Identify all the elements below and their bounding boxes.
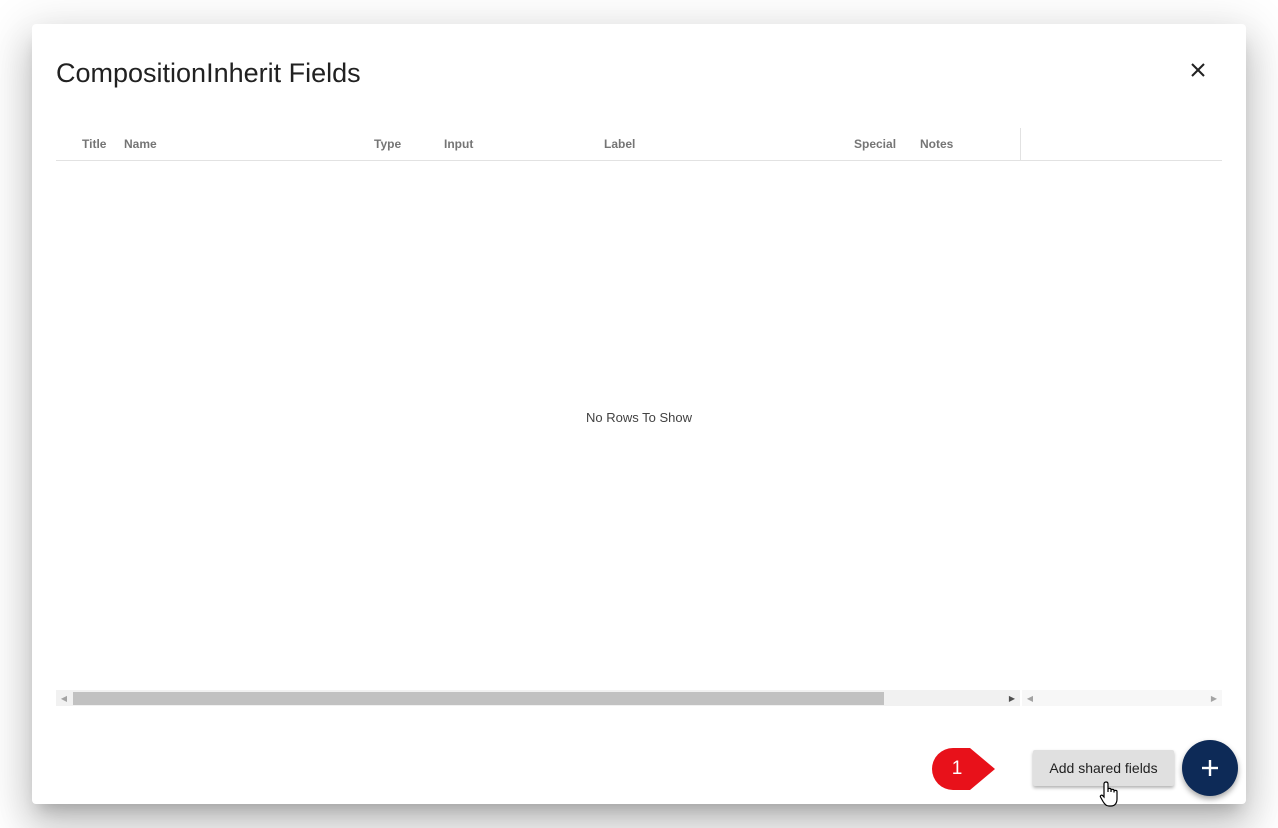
pinned-horizontal-scrollbar[interactable]: ◀ ▶ xyxy=(1022,690,1222,706)
pinned-scroll-right-icon[interactable]: ▶ xyxy=(1208,690,1220,706)
column-header-title[interactable]: Title xyxy=(82,128,106,160)
grid-header: Title Name Type Input Label Special Note… xyxy=(56,128,1222,161)
add-field-button[interactable] xyxy=(1182,740,1238,796)
column-header-label[interactable]: Label xyxy=(604,128,635,160)
hand-cursor-icon xyxy=(1099,781,1118,807)
column-header-name[interactable]: Name xyxy=(124,128,157,160)
scroll-right-icon[interactable]: ▶ xyxy=(1006,690,1018,706)
close-icon xyxy=(1191,63,1205,77)
scroll-left-icon[interactable]: ◀ xyxy=(58,690,70,706)
step-callout: 1 xyxy=(932,748,996,790)
fields-grid: Title Name Type Input Label Special Note… xyxy=(56,128,1222,708)
pinned-column-divider xyxy=(1020,128,1021,160)
horizontal-scrollbar[interactable]: ◀ ▶ xyxy=(56,690,1020,706)
empty-grid-message: No Rows To Show xyxy=(586,410,692,425)
dialog-title: CompositionInherit Fields xyxy=(56,58,361,88)
column-header-notes[interactable]: Notes xyxy=(920,128,953,160)
fields-dialog: CompositionInherit Fields Title Name Typ… xyxy=(32,24,1246,804)
callout-number: 1 xyxy=(951,758,963,779)
scrollbar-thumb[interactable] xyxy=(73,692,884,705)
close-button[interactable] xyxy=(1182,54,1214,86)
pinned-scroll-left-icon[interactable]: ◀ xyxy=(1024,690,1036,706)
column-header-input[interactable]: Input xyxy=(444,128,473,160)
column-header-type[interactable]: Type xyxy=(374,128,401,160)
column-header-special[interactable]: Special xyxy=(854,128,896,160)
plus-icon xyxy=(1202,760,1218,776)
